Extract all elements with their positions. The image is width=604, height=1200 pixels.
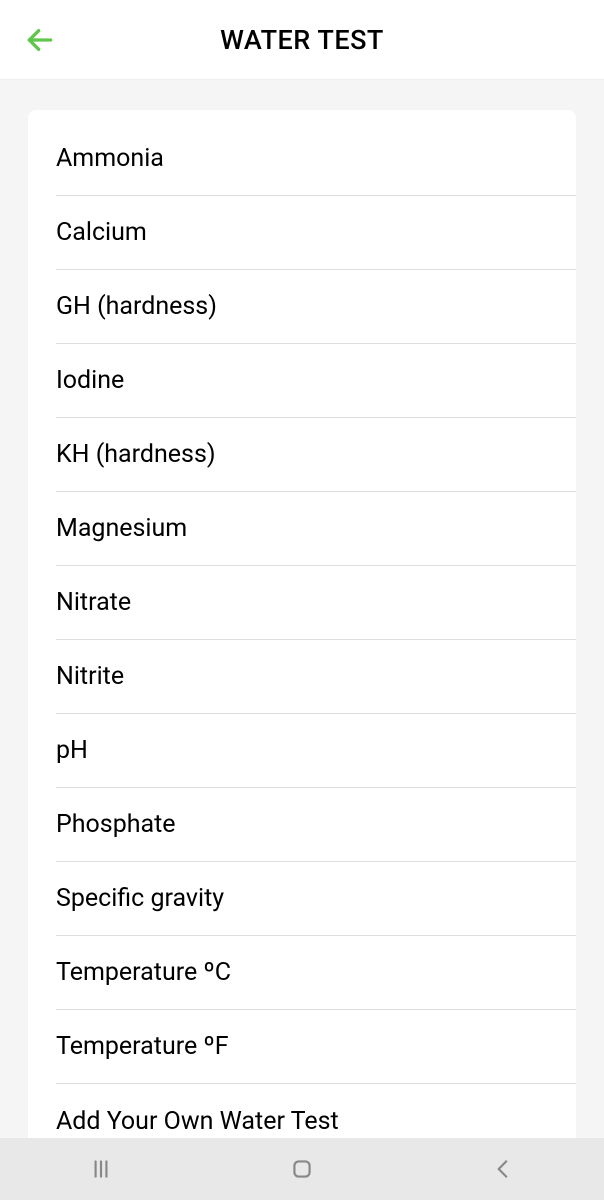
list-item-label: Phosphate (56, 810, 176, 839)
list-item-label: Iodine (56, 366, 124, 395)
app-header: WATER TEST (0, 0, 604, 80)
nav-back-icon (490, 1156, 516, 1182)
list-item-label: Nitrate (56, 588, 131, 617)
list-item-gh-hardness[interactable]: GH (hardness) (56, 270, 576, 344)
system-nav-bar (0, 1138, 604, 1200)
list-item-label: Nitrite (56, 662, 124, 691)
nav-home-button[interactable] (262, 1149, 342, 1189)
list-item-nitrite[interactable]: Nitrite (56, 640, 576, 714)
home-icon (289, 1156, 315, 1182)
list-item-label: Magnesium (56, 514, 187, 543)
list-item-specific-gravity[interactable]: Specific gravity (56, 862, 576, 936)
list-item-temperature-f[interactable]: Temperature ºF (56, 1010, 576, 1084)
list-item-label: GH (hardness) (56, 292, 217, 321)
list-item-phosphate[interactable]: Phosphate (56, 788, 576, 862)
list-item-label: pH (56, 736, 88, 765)
list-item-nitrate[interactable]: Nitrate (56, 566, 576, 640)
list-item-magnesium[interactable]: Magnesium (56, 492, 576, 566)
list-item-label: KH (hardness) (56, 440, 216, 469)
list-item-label: Temperature ºF (56, 1032, 229, 1061)
page-title: WATER TEST (0, 24, 604, 56)
list-item-label: Add Your Own Water Test (56, 1107, 339, 1136)
back-arrow-icon (24, 24, 56, 56)
list-item-label: Calcium (56, 218, 147, 247)
list-item-ph[interactable]: pH (56, 714, 576, 788)
list-item-ammonia[interactable]: Ammonia (56, 122, 576, 196)
content-wrapper: Ammonia Calcium GH (hardness) Iodine KH … (0, 80, 604, 1158)
list-item-label: Ammonia (56, 144, 164, 173)
recents-icon (88, 1156, 114, 1182)
nav-back-button[interactable] (463, 1149, 543, 1189)
list-item-calcium[interactable]: Calcium (56, 196, 576, 270)
list-item-label: Specific gravity (56, 884, 224, 913)
list-item-label: Temperature ºC (56, 958, 231, 987)
nav-recents-button[interactable] (61, 1149, 141, 1189)
list-item-temperature-c[interactable]: Temperature ºC (56, 936, 576, 1010)
list-item-kh-hardness[interactable]: KH (hardness) (56, 418, 576, 492)
back-button[interactable] (24, 24, 56, 56)
list-item-iodine[interactable]: Iodine (56, 344, 576, 418)
water-test-list: Ammonia Calcium GH (hardness) Iodine KH … (28, 110, 576, 1158)
